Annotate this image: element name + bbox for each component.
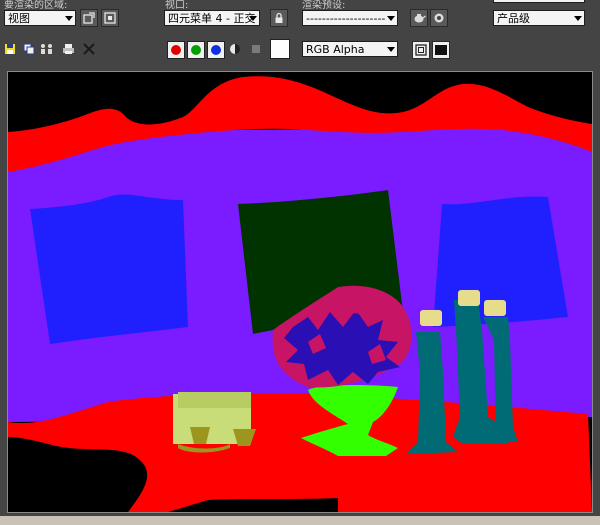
lock-icon	[275, 12, 283, 23]
render-preset-value: --------------------	[306, 12, 386, 25]
green-channel-icon	[191, 45, 201, 55]
clear-icon	[83, 43, 95, 55]
toggle-display-icon	[435, 45, 447, 55]
viewport-select[interactable]: 四元菜单 4 - 正交	[164, 10, 260, 26]
chevron-down-icon	[574, 16, 582, 21]
render-quality-select[interactable]: 产品级	[493, 10, 585, 26]
print-image-icon	[62, 44, 74, 54]
alpha-channel-icon	[230, 44, 240, 54]
toggle-ui-overlay-icon	[415, 44, 427, 56]
auto-region-button[interactable]	[101, 9, 119, 27]
print-image-button[interactable]	[61, 42, 75, 56]
render-quality-value: 产品级	[497, 12, 530, 25]
copy-image-button[interactable]	[22, 42, 36, 56]
render-frame-image-toolbar: RGB Alpha	[0, 36, 600, 62]
copy-image-icon	[23, 43, 35, 55]
chevron-down-icon	[387, 16, 395, 21]
save-image-button[interactable]	[3, 42, 17, 56]
render-frame-top-toolbar: 要渲染的区域: 视图 视口: 四元菜单 4 - 正交 渲染预设: -------…	[0, 0, 600, 34]
book-top	[178, 392, 251, 408]
display-channel-select[interactable]: RGB Alpha	[302, 41, 398, 57]
chevron-down-icon	[387, 47, 395, 52]
area-to-render-select[interactable]: 视图	[4, 10, 76, 26]
viewport-value: 四元菜单 4 - 正交	[168, 12, 256, 25]
window-bottom-edge	[0, 516, 600, 525]
region-crop-icon	[83, 12, 95, 24]
region-crop-button[interactable]	[80, 9, 98, 27]
color-swatch[interactable]	[270, 39, 290, 59]
clone-frame-window-icon	[41, 44, 52, 54]
clone-frame-button[interactable]	[40, 42, 54, 56]
clear-button[interactable]	[82, 42, 96, 56]
render-teapot-icon	[434, 13, 444, 23]
blue-channel-toggle[interactable]	[207, 41, 225, 59]
toggle-ui-overlay-button[interactable]	[412, 41, 430, 59]
monochrome-toggle[interactable]	[249, 42, 263, 56]
render-setup-icon	[414, 14, 426, 23]
lock-viewport-button[interactable]	[270, 9, 288, 27]
red-channel-icon	[171, 45, 181, 55]
toggle-display-button[interactable]	[432, 41, 450, 59]
alpha-channel-toggle[interactable]	[228, 42, 242, 56]
blue-channel-icon	[211, 45, 221, 55]
chevron-down-icon	[65, 16, 73, 21]
render-setup-button[interactable]	[410, 9, 428, 27]
green-channel-toggle[interactable]	[187, 41, 205, 59]
chevron-down-icon	[249, 16, 257, 21]
render-frame-viewport[interactable]	[7, 71, 593, 513]
rendered-image	[8, 72, 592, 512]
left-frame	[30, 194, 188, 344]
display-channel-value: RGB Alpha	[306, 43, 365, 56]
auto-region-icon	[104, 12, 116, 24]
monochrome-icon	[252, 45, 260, 53]
red-channel-toggle[interactable]	[167, 41, 185, 59]
area-to-render-value: 视图	[8, 12, 30, 25]
status-field	[493, 0, 585, 3]
render-preset-select[interactable]: --------------------	[302, 10, 398, 26]
render-button[interactable]	[430, 9, 448, 27]
save-image-icon	[5, 44, 15, 54]
